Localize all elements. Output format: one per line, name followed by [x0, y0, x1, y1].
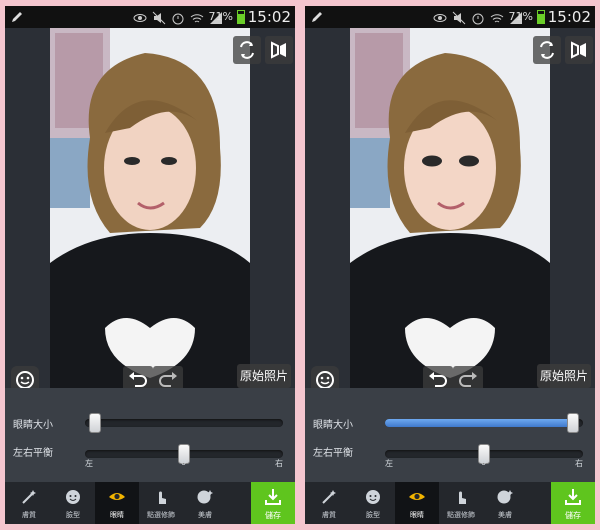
tick-left: 左 [385, 459, 393, 468]
compare-button[interactable] [265, 36, 293, 64]
save-button[interactable]: 儲存 [551, 482, 595, 524]
battery-percent: 71% [208, 10, 233, 23]
save-button[interactable]: 儲存 [251, 482, 295, 524]
swap-icon [240, 41, 254, 59]
balance-label: 左右平衡 [13, 448, 53, 459]
compare-icon [271, 41, 286, 59]
download-icon [565, 489, 581, 505]
tool-eyes[interactable]: 眼睛 [95, 482, 139, 524]
magic-wand-icon [22, 490, 36, 504]
tick-left: 左 [85, 459, 93, 468]
tap-hand-icon [159, 491, 166, 504]
slider-fill [385, 419, 574, 427]
original-photo-button[interactable]: 原始照片 [237, 364, 291, 388]
tick-center: 0 [481, 458, 487, 467]
battery-icon [237, 10, 245, 24]
face-icon [66, 490, 80, 504]
tool-face-shape[interactable]: 臉型 [351, 482, 395, 524]
wifi-icon [190, 10, 204, 24]
photo-preview: 原始照片 [5, 28, 295, 394]
tool-beauty[interactable]: 美膚 [183, 482, 227, 524]
eye-status-icon [133, 10, 147, 24]
beauty-face-icon [497, 490, 513, 504]
swap-button[interactable] [533, 36, 561, 64]
tick-right: 右 [575, 459, 583, 468]
wifi-icon [490, 10, 504, 24]
eye-icon [109, 493, 125, 500]
pencil-icon [312, 12, 322, 22]
eye-size-label: 眼睛大小 [13, 420, 53, 431]
tool-beauty[interactable]: 美膚 [483, 482, 527, 524]
tool-face-shape[interactable]: 臉型 [51, 482, 95, 524]
face-icon [366, 490, 380, 504]
swap-icon [540, 41, 554, 59]
original-photo-button[interactable]: 原始照片 [537, 364, 591, 388]
tool-tap-retouch[interactable]: 點選修飾 [139, 482, 183, 524]
compare-button[interactable] [565, 36, 593, 64]
battery-icon [537, 10, 545, 24]
eye-size-label: 眼睛大小 [313, 420, 353, 431]
pencil-icon [12, 12, 22, 22]
photo-preview: 原始照片 [305, 28, 595, 394]
tap-hand-icon [459, 491, 466, 504]
eye-size-slider[interactable] [385, 413, 583, 433]
magic-wand-icon [322, 490, 336, 504]
tick-center: 0 [181, 458, 187, 467]
alarm-icon [171, 10, 185, 25]
eye-size-slider[interactable] [85, 413, 283, 433]
clock: 15:02 [247, 8, 291, 26]
beauty-face-icon [197, 490, 213, 504]
adjustment-panel: 眼睛大小 左右平衡 左 0 右 [305, 388, 595, 482]
balance-slider[interactable] [385, 444, 583, 464]
mute-icon [152, 10, 166, 25]
swap-button[interactable] [233, 36, 261, 64]
mute-icon [452, 10, 466, 25]
eye-status-icon [433, 10, 447, 24]
adjustment-panel: 眼睛大小 左右平衡 左 0 右 [5, 388, 295, 482]
status-bar: 71% 15:02 [5, 6, 295, 28]
download-icon [265, 489, 281, 505]
screen-before: 71% 15:02 原始照片 眼睛大小 左右平衡 左 0 右 膚質 臉型 眼睛 … [5, 6, 295, 524]
compare-icon [571, 41, 586, 59]
tick-right: 右 [275, 459, 283, 468]
tool-eyes[interactable]: 眼睛 [395, 482, 439, 524]
battery-percent: 71% [508, 10, 533, 23]
eye-icon [409, 493, 425, 500]
tool-skin[interactable]: 膚質 [7, 482, 51, 524]
balance-slider[interactable] [85, 444, 283, 464]
alarm-icon [471, 10, 485, 25]
portrait-photo [50, 28, 250, 388]
clock: 15:02 [547, 8, 591, 26]
status-bar: 71% 15:02 [305, 6, 595, 28]
tool-skin[interactable]: 膚質 [307, 482, 351, 524]
tool-tap-retouch[interactable]: 點選修飾 [439, 482, 483, 524]
slider-thumb[interactable] [567, 413, 580, 433]
screen-after: 71% 15:02 原始照片 眼睛大小 左右平衡 左 0 右 膚質 臉型 眼睛 … [305, 6, 595, 524]
balance-label: 左右平衡 [313, 448, 353, 459]
portrait-photo [350, 28, 550, 388]
slider-thumb[interactable] [88, 413, 101, 433]
